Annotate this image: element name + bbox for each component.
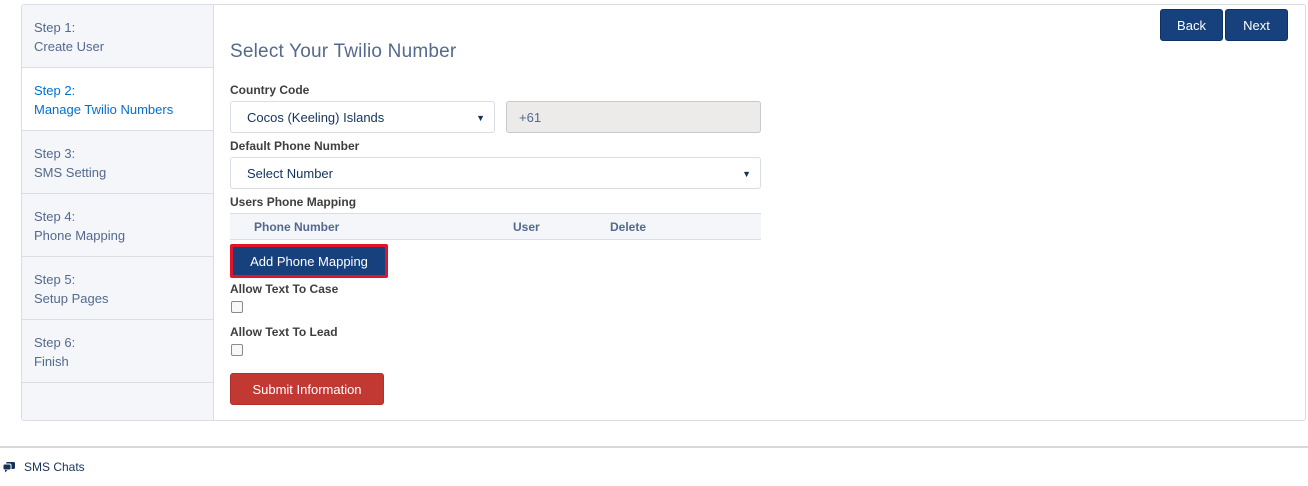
column-user: User [513, 220, 540, 234]
step-label: SMS Setting [34, 165, 107, 180]
allow-text-to-lead-label: Allow Text To Lead [230, 325, 338, 339]
users-phone-mapping-label: Users Phone Mapping [230, 195, 357, 209]
default-phone-select[interactable]: Select Number ▼ [230, 157, 761, 189]
sms-chats-tab[interactable]: SMS Chats [2, 460, 85, 474]
step-manage-twilio-numbers[interactable]: Step 2: Manage Twilio Numbers [22, 68, 213, 131]
allow-text-to-case-checkbox[interactable] [231, 301, 243, 313]
step-phone-mapping[interactable]: Step 4: Phone Mapping [22, 194, 213, 257]
page-title: Select Your Twilio Number [230, 41, 457, 62]
step-label: Manage Twilio Numbers [34, 102, 174, 117]
country-code-label: Country Code [230, 83, 310, 97]
add-phone-mapping-button[interactable]: Add Phone Mapping [230, 244, 388, 278]
next-button[interactable]: Next [1225, 9, 1288, 41]
column-delete: Delete [610, 220, 647, 234]
setup-wizard: Step 1: Create User Step 2: Manage Twili… [21, 4, 1306, 421]
step-number: Step 2: [34, 83, 76, 98]
dropdown-caret-icon: ▼ [742, 169, 751, 179]
column-phone-number: Phone Number [254, 220, 340, 234]
step-number: Step 5: [34, 272, 76, 287]
chat-icon [2, 462, 15, 473]
footer-divider [0, 446, 1308, 448]
dial-code-value: +61 [519, 109, 542, 125]
step-sms-setting[interactable]: Step 3: SMS Setting [22, 131, 213, 194]
dropdown-caret-icon: ▼ [476, 113, 485, 123]
mapping-table-header: Phone Number User Delete [230, 213, 761, 240]
default-phone-value: Select Number [247, 165, 333, 181]
allow-text-to-case-label: Allow Text To Case [230, 282, 339, 296]
submit-information-button[interactable]: Submit Information [230, 373, 384, 405]
step-label: Create User [34, 39, 105, 54]
step-number: Step 6: [34, 335, 76, 350]
country-code-select[interactable]: Cocos (Keeling) Islands ▼ [230, 101, 495, 133]
step-number: Step 4: [34, 209, 76, 224]
step-label: Setup Pages [34, 291, 109, 306]
country-code-value: Cocos (Keeling) Islands [247, 109, 385, 125]
step-setup-pages[interactable]: Step 5: Setup Pages [22, 257, 213, 320]
wizard-steps-sidebar: Step 1: Create User Step 2: Manage Twili… [22, 5, 214, 420]
back-button[interactable]: Back [1160, 9, 1223, 41]
step-create-user[interactable]: Step 1: Create User [22, 5, 213, 68]
sms-chats-label: SMS Chats [24, 460, 85, 474]
step-number: Step 1: [34, 20, 76, 35]
allow-text-to-lead-checkbox[interactable] [231, 344, 243, 356]
dial-code-field: +61 [506, 101, 761, 133]
step-label: Finish [34, 354, 69, 369]
wizard-main-panel: Select Your Twilio Number Back Next Coun… [214, 5, 1305, 420]
default-phone-label: Default Phone Number [230, 139, 360, 153]
step-finish[interactable]: Step 6: Finish [22, 320, 213, 383]
step-label: Phone Mapping [34, 228, 126, 243]
step-number: Step 3: [34, 146, 76, 161]
